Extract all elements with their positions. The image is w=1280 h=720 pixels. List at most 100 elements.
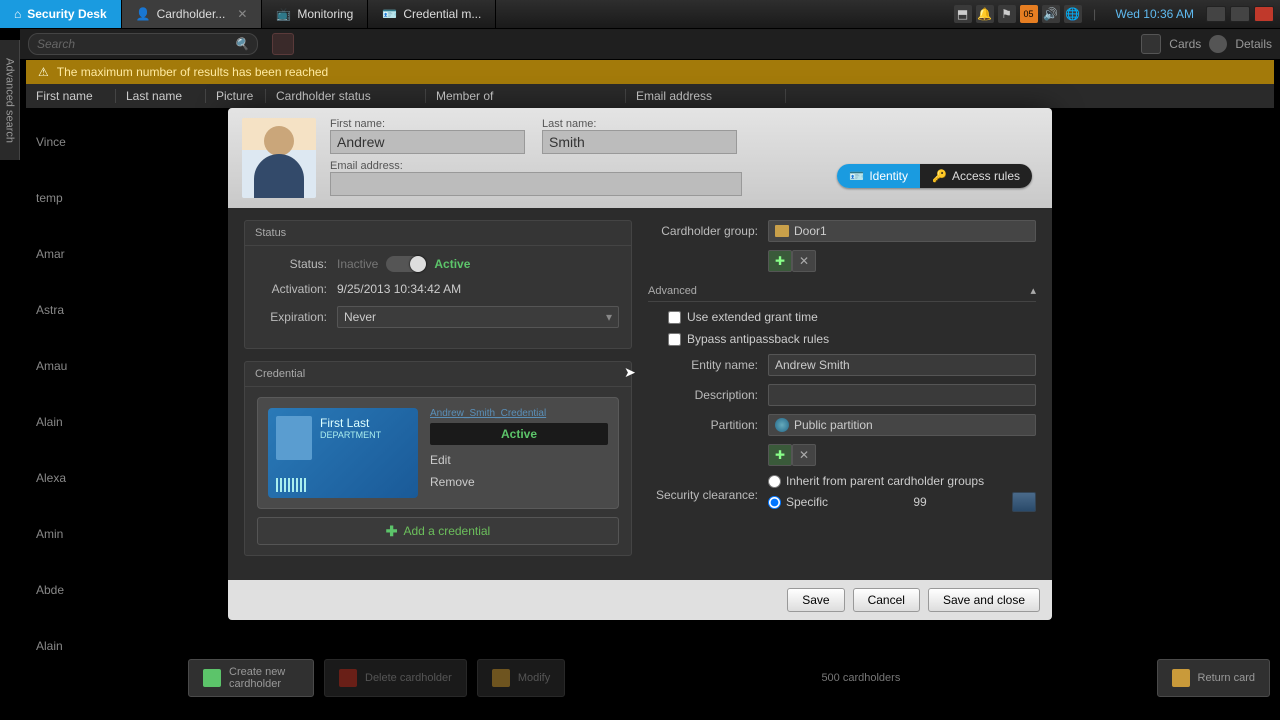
credential-status: Active bbox=[430, 423, 608, 445]
system-tray: ⬒ 🔔 ⚑ 05 🔊 🌐 | Wed 10:36 AM bbox=[948, 0, 1280, 28]
specific-value-input[interactable] bbox=[833, 492, 1007, 512]
table-row[interactable]: Amar bbox=[36, 226, 67, 282]
expiration-select[interactable]: Never bbox=[337, 306, 619, 328]
group-label: Cardholder group: bbox=[648, 224, 768, 238]
table-row[interactable]: Alexa bbox=[36, 450, 67, 506]
save-button[interactable]: Save bbox=[787, 588, 844, 612]
advanced-section[interactable]: Advanced ▴ bbox=[648, 280, 1036, 302]
inherit-radio[interactable]: Inherit from parent cardholder groups bbox=[768, 474, 1036, 488]
add-credential-label: Add a credential bbox=[404, 524, 491, 538]
tray-globe-icon[interactable]: 🌐 bbox=[1064, 5, 1082, 23]
partition-input[interactable]: Public partition bbox=[768, 414, 1036, 436]
return-icon bbox=[1172, 669, 1190, 687]
specific-radio[interactable]: Specific bbox=[768, 492, 1036, 512]
partition-label: Partition: bbox=[648, 418, 768, 432]
tab-identity[interactable]: 🪪 Identity bbox=[837, 164, 920, 188]
bottom-toolbar: Create new cardholder Delete cardholder … bbox=[188, 656, 1270, 700]
table-row[interactable]: Alain bbox=[36, 394, 67, 450]
col-member[interactable]: Member of bbox=[426, 89, 626, 103]
add-credential-button[interactable]: ✚ Add a credential bbox=[257, 517, 619, 545]
col-picture[interactable]: Picture bbox=[206, 89, 266, 103]
tray-count-icon[interactable]: 05 bbox=[1020, 5, 1038, 23]
bypass-checkbox[interactable]: Bypass antipassback rules bbox=[668, 332, 829, 346]
tray-volume-icon[interactable]: 🔊 bbox=[1042, 5, 1060, 23]
edit-button[interactable]: Edit bbox=[430, 449, 608, 471]
search-input[interactable]: Search 🔍 bbox=[28, 33, 258, 55]
partition-add-button[interactable]: ✚ bbox=[768, 444, 792, 466]
tab-access-rules[interactable]: 🔑 Access rules bbox=[920, 164, 1032, 188]
tab-label: Monitoring bbox=[297, 7, 353, 21]
specific-label: Specific bbox=[786, 495, 828, 509]
extended-grant-checkbox[interactable]: Use extended grant time bbox=[668, 310, 818, 324]
modify-button[interactable]: Modify bbox=[477, 659, 565, 697]
window-close-button[interactable] bbox=[1254, 6, 1274, 22]
modify-label: Modify bbox=[518, 672, 550, 684]
first-name-input[interactable] bbox=[330, 130, 525, 154]
entity-input[interactable] bbox=[768, 354, 1036, 376]
sidebar-advanced-search[interactable]: Advanced search bbox=[0, 40, 20, 160]
identity-icon: 🪪 bbox=[849, 169, 864, 183]
slider-button[interactable] bbox=[1012, 492, 1036, 512]
warning-icon: ⚠ bbox=[38, 65, 49, 79]
group-value: Door1 bbox=[794, 224, 827, 238]
table-row[interactable]: temp bbox=[36, 170, 67, 226]
remove-button[interactable]: Remove bbox=[430, 471, 608, 493]
table-row[interactable]: Amin bbox=[36, 506, 67, 562]
cancel-button[interactable]: Cancel bbox=[853, 588, 920, 612]
toolbar-icon-button[interactable] bbox=[272, 33, 294, 55]
group-remove-button[interactable]: ✕ bbox=[792, 250, 816, 272]
cards-label[interactable]: Cards bbox=[1169, 37, 1201, 51]
col-lastname[interactable]: Last name bbox=[116, 89, 206, 103]
view-grid-button[interactable] bbox=[1141, 34, 1161, 54]
tab-identity-label: Identity bbox=[869, 169, 908, 183]
advanced-label: Advanced bbox=[648, 285, 697, 297]
tab-cardholder[interactable]: 👤 Cardholder... ✕ bbox=[122, 0, 263, 28]
tab-home[interactable]: ⌂ Security Desk bbox=[0, 0, 122, 28]
partition-remove-button[interactable]: ✕ bbox=[792, 444, 816, 466]
table-row[interactable]: Amau bbox=[36, 338, 67, 394]
activation-label: Activation: bbox=[257, 282, 337, 296]
return-label: Return card bbox=[1198, 672, 1255, 684]
plus-icon: ✚ bbox=[386, 523, 398, 540]
create-cardholder-button[interactable]: Create new cardholder bbox=[188, 659, 314, 697]
delete-label: Delete cardholder bbox=[365, 672, 452, 684]
taskbar: ⌂ Security Desk 👤 Cardholder... ✕ 📺 Moni… bbox=[0, 0, 1280, 28]
tab-monitoring[interactable]: 📺 Monitoring bbox=[262, 0, 368, 28]
tray-bell-icon[interactable]: 🔔 bbox=[976, 5, 994, 23]
col-status[interactable]: Cardholder status bbox=[266, 89, 426, 103]
close-icon[interactable]: ✕ bbox=[237, 7, 247, 21]
clock[interactable]: Wed 10:36 AM bbox=[1116, 7, 1195, 21]
table-row[interactable]: Astra bbox=[36, 282, 67, 338]
col-email[interactable]: Email address bbox=[626, 89, 786, 103]
avatar[interactable] bbox=[242, 118, 316, 198]
window-min-button[interactable] bbox=[1206, 6, 1226, 22]
tray-flag-icon[interactable]: ⚑ bbox=[998, 5, 1016, 23]
extended-grant-label: Use extended grant time bbox=[687, 310, 818, 324]
details-label[interactable]: Details bbox=[1235, 37, 1272, 51]
email-input[interactable] bbox=[330, 172, 742, 196]
group-add-button[interactable]: ✚ bbox=[768, 250, 792, 272]
tab-credential[interactable]: 🪪 Credential m... bbox=[368, 0, 496, 28]
card-preview[interactable]: First Last DEPARTMENT bbox=[268, 408, 418, 498]
table-row[interactable]: Vince bbox=[36, 114, 67, 170]
description-input[interactable] bbox=[768, 384, 1036, 406]
sidebar-label: Advanced search bbox=[4, 58, 16, 143]
return-card-button[interactable]: Return card bbox=[1157, 659, 1270, 697]
col-firstname[interactable]: First name bbox=[26, 89, 116, 103]
delete-cardholder-button[interactable]: Delete cardholder bbox=[324, 659, 467, 697]
tray-icon[interactable]: ⬒ bbox=[954, 5, 972, 23]
window-max-button[interactable] bbox=[1230, 6, 1250, 22]
group-input[interactable]: Door1 bbox=[768, 220, 1036, 242]
monitor-icon: 📺 bbox=[276, 7, 291, 21]
bypass-label: Bypass antipassback rules bbox=[687, 332, 829, 346]
tab-label: Cardholder... bbox=[157, 7, 226, 21]
plus-icon bbox=[203, 669, 221, 687]
credential-link[interactable]: Andrew_Smith_Credential bbox=[430, 408, 608, 419]
home-icon: ⌂ bbox=[14, 7, 21, 21]
save-close-button[interactable]: Save and close bbox=[928, 588, 1040, 612]
credential-card: First Last DEPARTMENT Andrew_Smith_Crede… bbox=[257, 397, 619, 509]
last-name-input[interactable] bbox=[542, 130, 737, 154]
status-toggle[interactable] bbox=[386, 256, 426, 272]
table-row[interactable]: Alain bbox=[36, 618, 67, 674]
table-row[interactable]: Abde bbox=[36, 562, 67, 618]
